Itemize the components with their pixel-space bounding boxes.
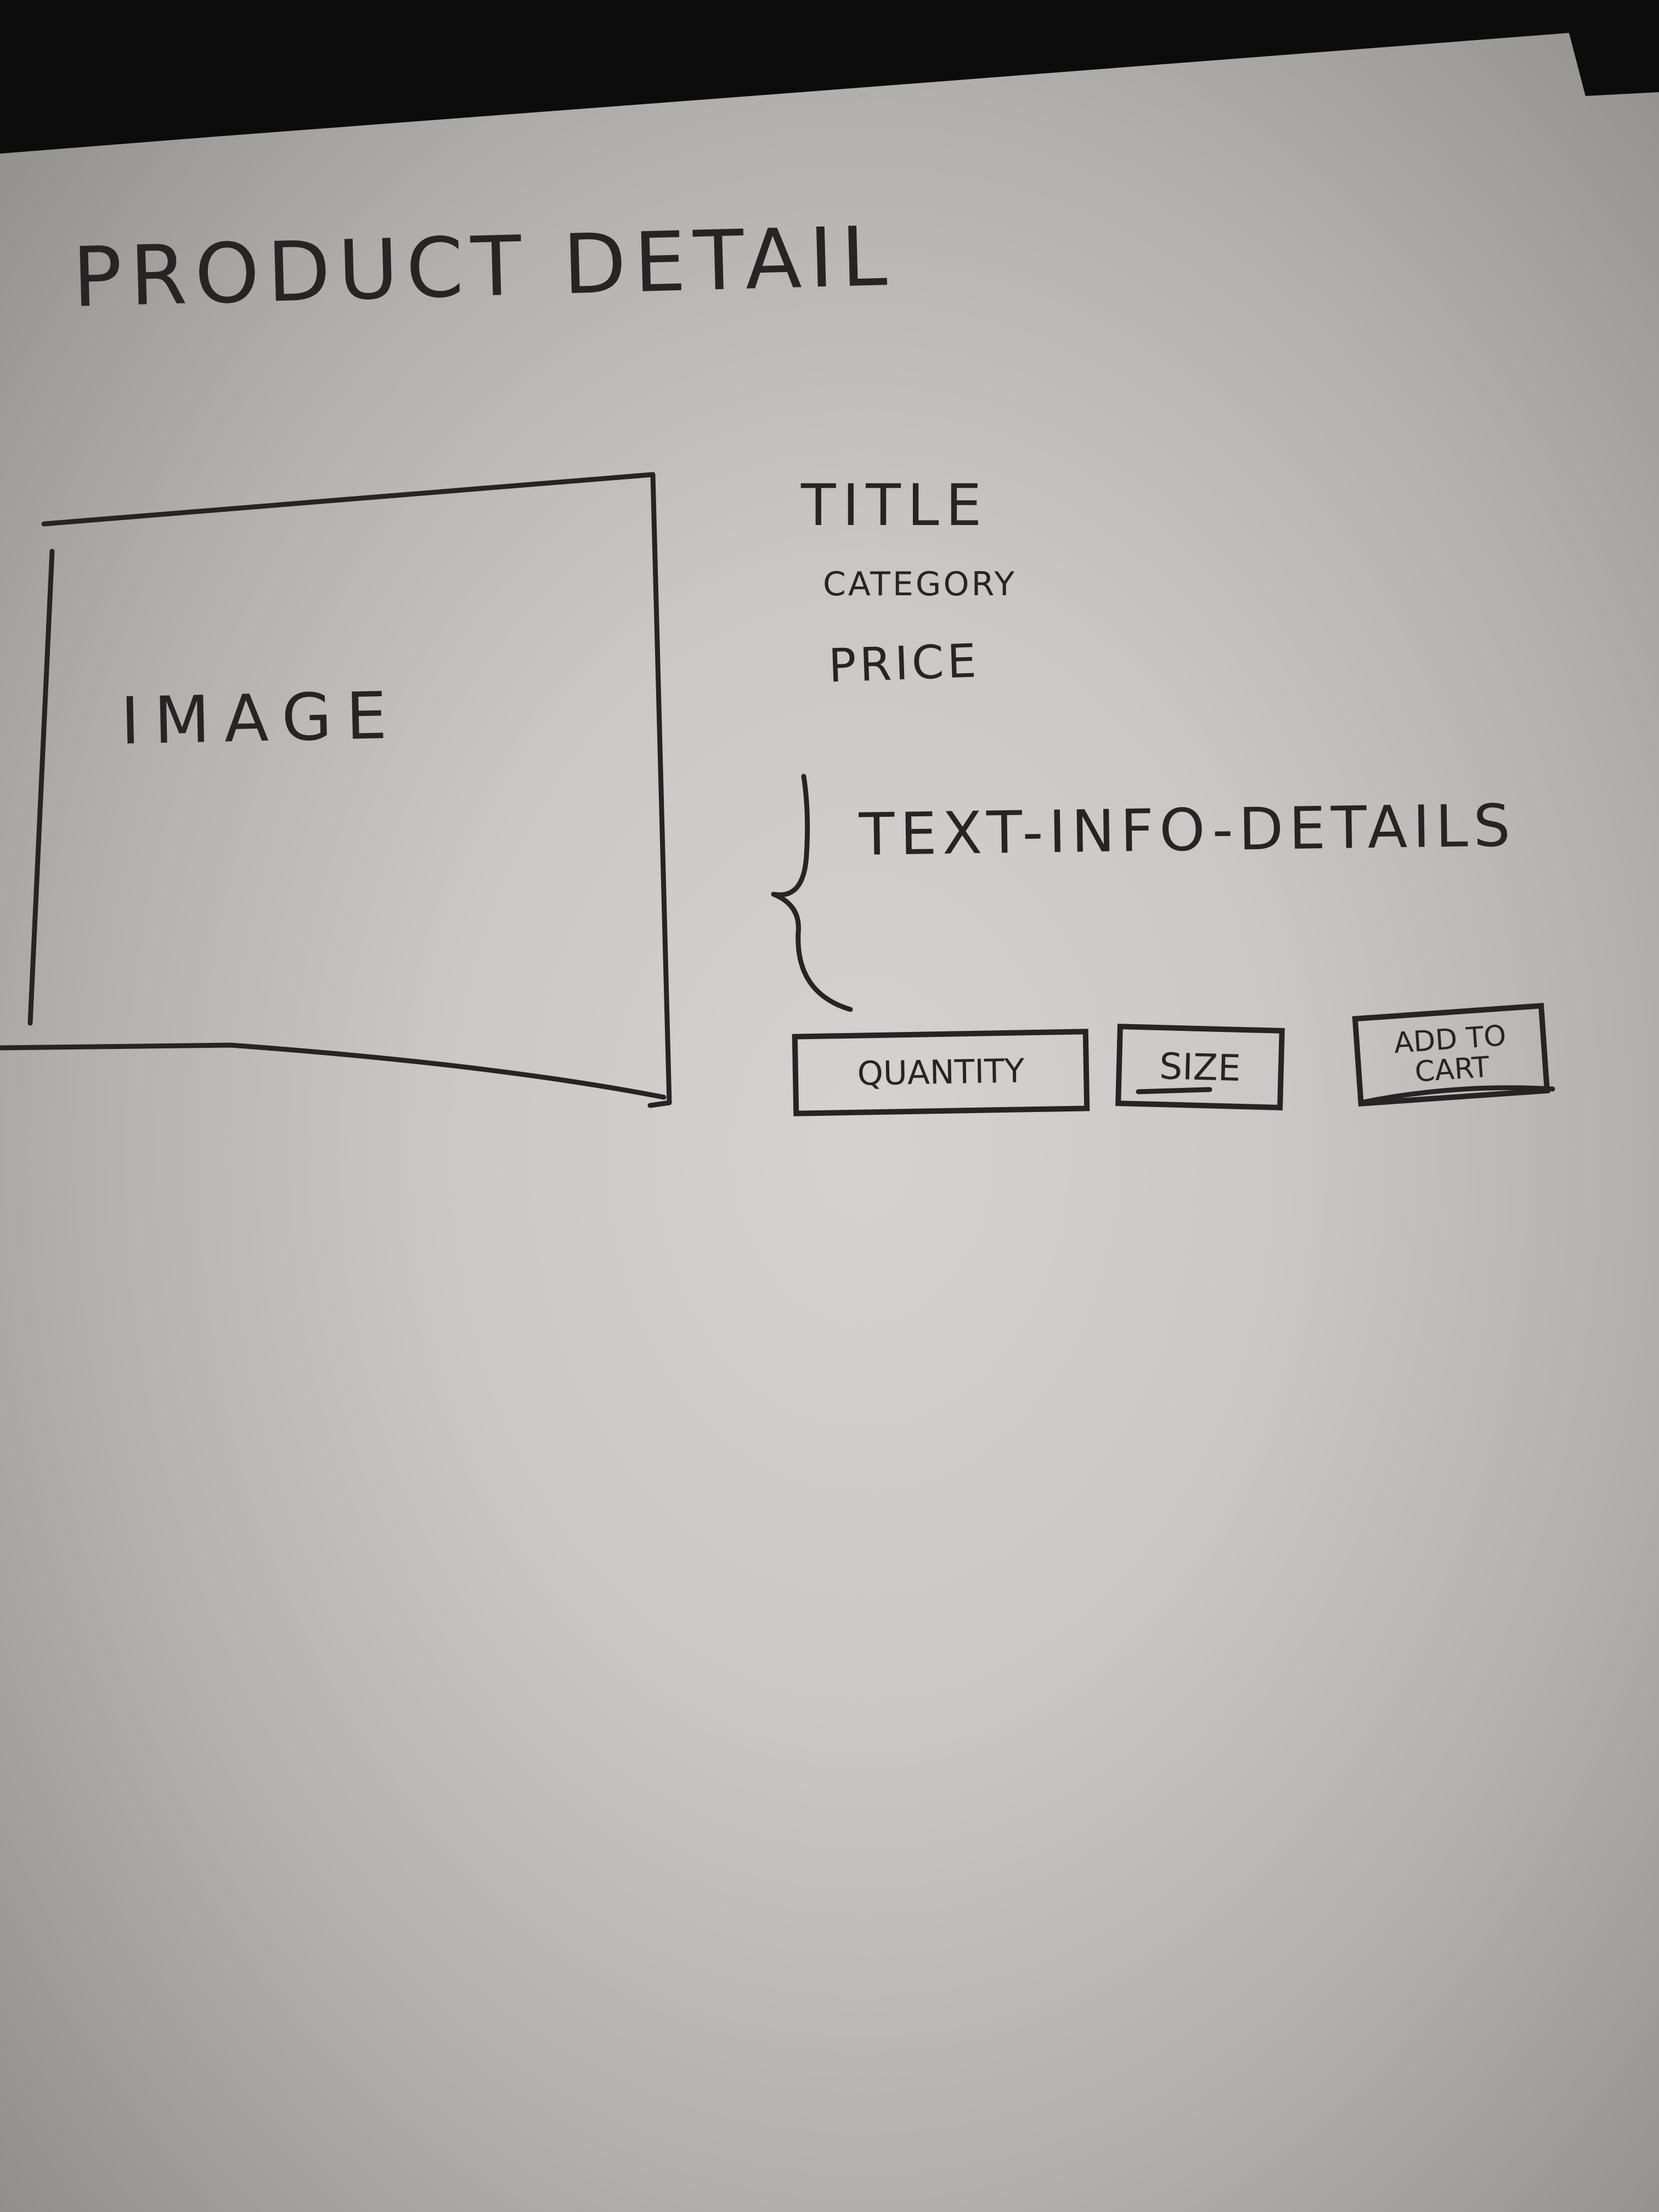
- details-brace: [771, 774, 853, 1012]
- add-to-cart-button[interactable]: ADD TO CART: [1352, 1002, 1550, 1107]
- quantity-field[interactable]: QUANTITY: [792, 1029, 1090, 1116]
- product-details-text: TEXT-INFO-DETAILS: [859, 792, 1516, 868]
- size-selector[interactable]: SIZE: [1115, 1024, 1285, 1110]
- product-image-placeholder: IMAGE: [120, 677, 402, 759]
- product-title: TITLE: [801, 472, 989, 539]
- image-placeholder-box: [0, 472, 672, 1108]
- product-price: PRICE: [827, 634, 981, 693]
- add-to-cart-label-line2: CART: [1413, 1050, 1491, 1089]
- product-category: CATEGORY: [823, 565, 1017, 603]
